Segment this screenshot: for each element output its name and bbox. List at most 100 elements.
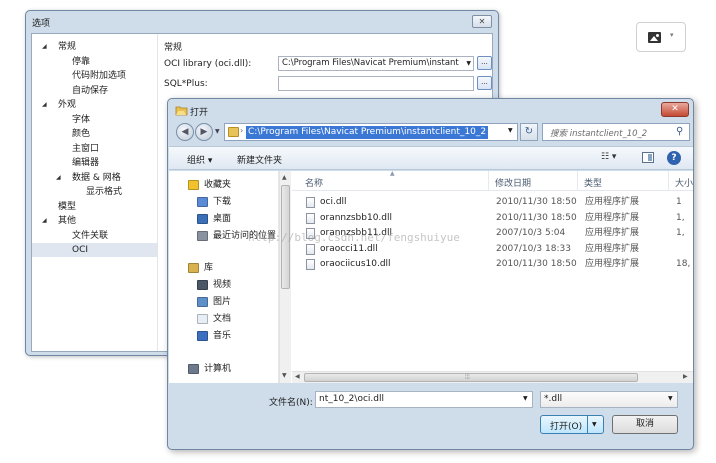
sqlplus-input[interactable] xyxy=(278,76,474,91)
help-icon[interactable]: ? xyxy=(667,151,681,165)
library-icon xyxy=(188,263,199,273)
horizontal-scroll-thumb[interactable]: ⦙⦙⦙ xyxy=(304,373,638,382)
oci-library-browse-button[interactable]: ... xyxy=(477,56,492,70)
dll-file-icon xyxy=(306,259,315,270)
navigation-scrollbar[interactable]: ▲ ▼ xyxy=(279,171,291,383)
tree-item[interactable]: ◢ 数据 & 网格 xyxy=(32,171,157,185)
nav-item[interactable]: 视频 xyxy=(169,277,277,293)
search-icon[interactable]: ⚲ xyxy=(676,126,683,137)
refresh-button[interactable]: ↻ xyxy=(520,123,538,141)
file-list: ▲ 名称 修改日期 类型 大小 oci.dll 2010/11/30 18:50 应… xyxy=(292,171,693,371)
file-date: 2010/11/30 18:50 xyxy=(496,259,577,269)
nav-item[interactable]: 库 xyxy=(169,260,277,276)
options-close-button[interactable]: ✕ xyxy=(472,15,492,28)
nav-item[interactable]: 文档 xyxy=(169,311,277,327)
chevron-down-icon: ▾ xyxy=(670,31,674,39)
image-icon-sun xyxy=(656,34,659,37)
scroll-right-icon[interactable]: ▶ xyxy=(683,373,688,380)
image-icon xyxy=(648,32,661,43)
tree-item[interactable]: 显示格式 xyxy=(32,185,157,199)
column-type[interactable]: 类型 xyxy=(584,176,602,189)
file-row[interactable]: oci.dll 2010/11/30 18:50 应用程序扩展 1 xyxy=(292,195,693,210)
folder-icon xyxy=(228,127,239,137)
tree-item[interactable]: 自动保存 xyxy=(32,84,157,98)
file-name: oraociicus10.dll xyxy=(320,259,391,269)
tree-item[interactable]: 文件关联 xyxy=(32,229,157,243)
search-input[interactable]: 搜索 instantclient_10_2 ⚲ xyxy=(542,123,690,141)
scroll-down-icon[interactable]: ▼ xyxy=(282,372,287,379)
file-size: 1, xyxy=(676,212,685,223)
tree-expanded-icon[interactable]: ◢ xyxy=(42,98,47,112)
tree-expanded-icon[interactable]: ◢ xyxy=(56,171,61,185)
nav-item-label: 收藏夹 xyxy=(204,180,232,190)
chevron-down-icon[interactable]: ▼ xyxy=(523,395,528,402)
image-insert-button[interactable]: ▾ xyxy=(636,22,686,52)
nav-item[interactable]: 计算机 xyxy=(169,361,277,377)
column-divider[interactable] xyxy=(488,171,489,191)
nav-item[interactable]: 图片 xyxy=(169,294,277,310)
tree-expanded-icon[interactable]: ◢ xyxy=(42,214,47,228)
column-divider[interactable] xyxy=(668,171,669,191)
options-titlebar[interactable]: 选项 ✕ xyxy=(26,11,498,33)
nav-item[interactable]: 下载 xyxy=(169,194,277,210)
tree-item-label: 模型 xyxy=(58,201,77,212)
tree-item[interactable]: 颜色 xyxy=(32,127,157,141)
nav-item[interactable]: 收藏夹 xyxy=(169,177,277,193)
open-options-chevron-icon[interactable]: ▼ xyxy=(592,421,597,428)
tree-item[interactable]: 字体 xyxy=(32,113,157,127)
nav-item[interactable]: 桌面 xyxy=(169,211,277,227)
horizontal-scrollbar[interactable]: ◀ ⦙⦙⦙ ▶ xyxy=(292,371,693,383)
tree-item[interactable]: ◢ 外观 xyxy=(32,98,157,112)
scroll-up-icon[interactable]: ▲ xyxy=(282,174,287,181)
tree-expanded-icon[interactable]: ◢ xyxy=(42,40,47,54)
oci-library-combo[interactable]: C:\Program Files\Navicat Premium\instant… xyxy=(278,56,474,71)
sqlplus-browse-button[interactable]: ... xyxy=(477,76,492,90)
breadcrumb-separator-icon: › xyxy=(240,126,244,135)
tree-item-label: 代码附加选项 xyxy=(72,71,127,81)
open-dialog-close-button[interactable]: ✕ xyxy=(661,102,689,117)
tree-item[interactable]: OCI xyxy=(32,243,157,257)
tree-item[interactable]: 停靠 xyxy=(32,55,157,69)
address-path[interactable]: C:\Program Files\Navicat Premium\instant… xyxy=(246,126,489,139)
chevron-down-icon[interactable]: ▼ xyxy=(508,127,513,134)
forward-button[interactable]: ▶ xyxy=(195,123,213,141)
music-icon xyxy=(197,331,208,341)
filename-input[interactable]: nt_10_2\oci.dll ▼ xyxy=(315,391,533,408)
tree-item[interactable]: ◢ 常规 xyxy=(32,40,157,54)
pictures-icon xyxy=(197,297,208,307)
file-row[interactable]: oraociicus10.dll 2010/11/30 18:50 应用程序扩展 18… xyxy=(292,257,693,272)
command-toolbar: 组织 ▾ 新建文件夹 ☷ ▾ ? xyxy=(169,146,693,170)
organize-menu-button[interactable]: 组织 ▾ xyxy=(187,153,212,166)
tree-item-label: 停靠 xyxy=(72,56,91,67)
new-folder-button[interactable]: 新建文件夹 xyxy=(237,153,282,166)
scroll-left-icon[interactable]: ◀ xyxy=(295,373,300,380)
tree-item[interactable]: 主窗口 xyxy=(32,142,157,156)
tree-item[interactable]: 代码附加选项 xyxy=(32,69,157,83)
address-bar[interactable]: › C:\Program Files\Navicat Premium\insta… xyxy=(224,123,518,141)
column-date[interactable]: 修改日期 xyxy=(495,176,531,189)
recent-locations-chevron-icon[interactable]: ▼ xyxy=(215,128,220,135)
file-name: oci.dll xyxy=(320,197,347,207)
oci-library-value: C:\Program Files\Navicat Premium\instant xyxy=(282,58,459,68)
view-menu-button[interactable]: ☷ ▾ xyxy=(601,152,629,165)
tree-item-label: 文件关联 xyxy=(72,230,109,241)
column-name[interactable]: 名称 xyxy=(305,176,323,189)
preview-pane-icon[interactable] xyxy=(642,152,654,163)
tree-item-label: 数据 & 网格 xyxy=(72,172,121,183)
cancel-button[interactable]: 取消 xyxy=(612,415,678,434)
filetype-select[interactable]: *.dll ▼ xyxy=(540,391,678,408)
open-button[interactable]: 打开(O) ▼ xyxy=(540,415,604,434)
tree-item[interactable]: ◢ 其他 xyxy=(32,214,157,228)
tree-item[interactable]: 模型 xyxy=(32,200,157,214)
back-button[interactable]: ◀ xyxy=(176,123,194,141)
file-row[interactable]: orannzsbb10.dll 2010/11/30 18:50 应用程序扩展 1, xyxy=(292,211,693,226)
tree-item-label: OCI xyxy=(72,245,89,255)
nav-item[interactable]: 音乐 xyxy=(169,328,277,344)
tree-item[interactable]: 编辑器 xyxy=(32,156,157,170)
column-size[interactable]: 大小 xyxy=(675,176,693,189)
column-divider[interactable] xyxy=(577,171,578,191)
nav-item-label: 计算机 xyxy=(204,364,232,374)
nav-item-label: 库 xyxy=(204,263,214,273)
chevron-down-icon: ▼ xyxy=(668,395,673,402)
tree-item-label: 主窗口 xyxy=(72,143,100,154)
